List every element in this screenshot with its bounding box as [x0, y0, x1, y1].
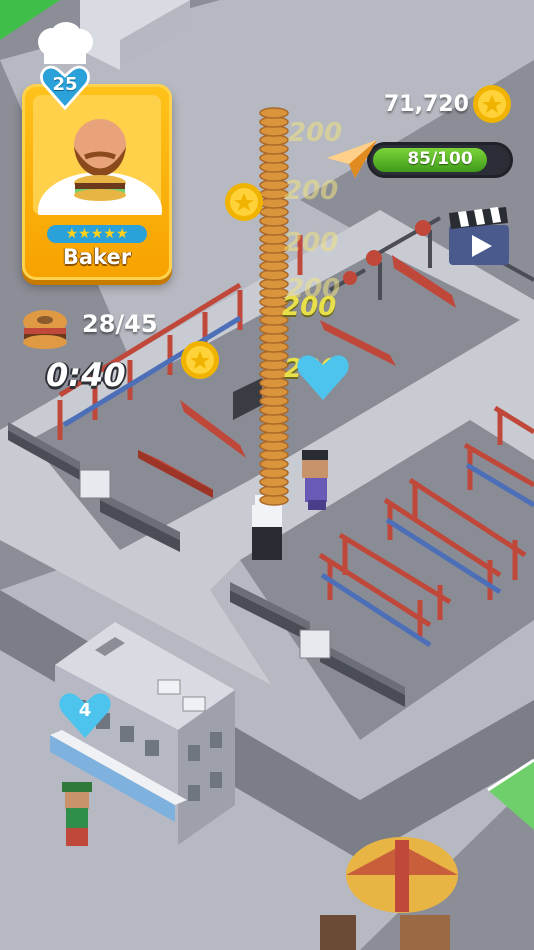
paper-plane-icon[interactable] — [325, 138, 379, 180]
building-visitor-marker[interactable]: 4 — [58, 690, 112, 740]
coin-icon[interactable] — [180, 340, 220, 380]
coin-icon[interactable] — [224, 182, 264, 222]
chef-portrait — [33, 95, 162, 248]
level-progress-label: 85/100 — [407, 149, 473, 169]
reward-popup: 200 — [284, 228, 339, 258]
order-timer: 0:40 — [46, 356, 126, 394]
chef-level-badge: 25 — [40, 64, 90, 111]
chef-name: Baker — [62, 245, 132, 269]
coin-icon — [473, 85, 511, 123]
bagel-stack-item — [259, 107, 289, 119]
clapperboard-video-icon[interactable] — [446, 205, 512, 269]
chef-avatar-icon — [38, 119, 162, 248]
order-progress-count: 28/45 — [82, 310, 158, 338]
reward-popup: 200 — [284, 176, 339, 206]
coin-balance: 71,720 — [384, 92, 469, 117]
bagel-burger-icon — [23, 310, 67, 349]
star-rating: ★★★★★ — [47, 225, 147, 243]
reward-popup: 200 — [282, 292, 337, 322]
level-progress-bar: 85/100 — [367, 142, 513, 178]
chef-hat-icon — [38, 22, 93, 64]
chef-card[interactable]: ★★★★★ Baker — [22, 84, 172, 280]
chef-level: 25 — [52, 74, 78, 95]
heart-icon — [297, 355, 349, 400]
visitor-count: 4 — [78, 700, 92, 721]
